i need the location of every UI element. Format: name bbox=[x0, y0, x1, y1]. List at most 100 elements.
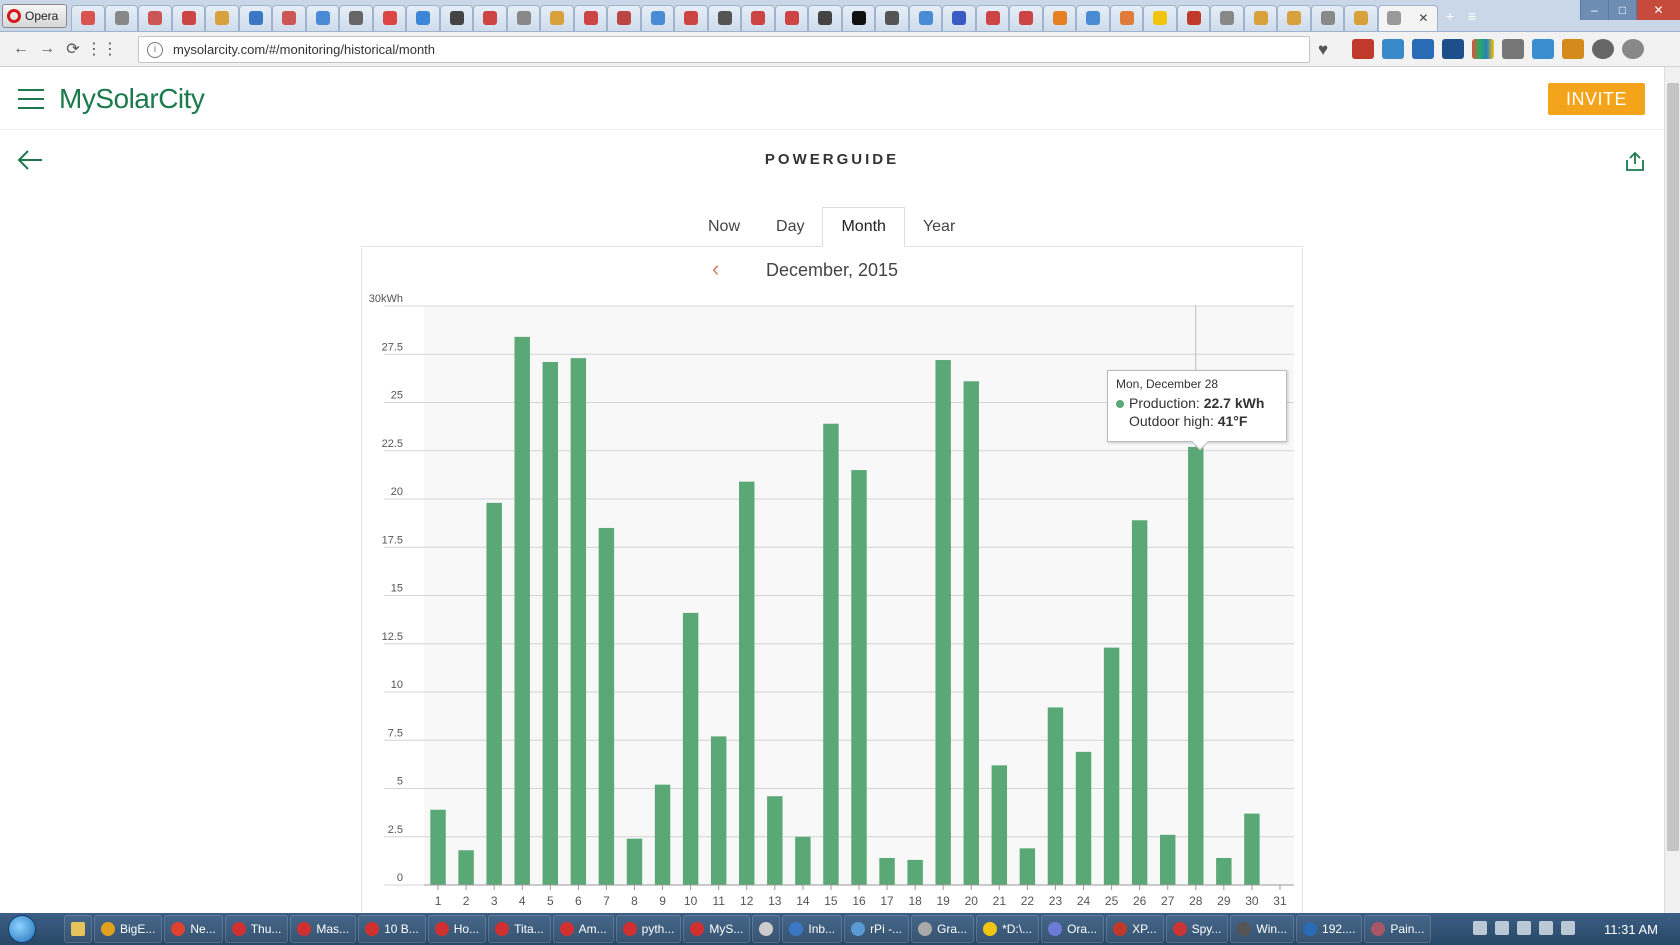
browser-tab[interactable] bbox=[372, 4, 407, 31]
browser-tab[interactable] bbox=[640, 4, 675, 31]
taskbar-item[interactable]: Mas... bbox=[290, 915, 357, 943]
browser-tab[interactable] bbox=[1210, 4, 1244, 31]
speed-dial-icon[interactable]: ⋮⋮ bbox=[86, 39, 118, 59]
taskbar-item[interactable]: rPi -... bbox=[844, 915, 910, 943]
taskbar-item[interactable]: XP... bbox=[1106, 915, 1164, 943]
page-scrollbar[interactable] bbox=[1664, 67, 1680, 913]
browser-tab[interactable] bbox=[406, 4, 440, 31]
browser-tab[interactable] bbox=[138, 4, 172, 31]
browser-tab[interactable] bbox=[171, 4, 206, 31]
browser-tab[interactable] bbox=[506, 4, 541, 31]
taskbar-item[interactable]: pyth... bbox=[615, 915, 682, 943]
taskbar-item[interactable]: Pain... bbox=[1364, 915, 1432, 943]
taskbar-item[interactable]: *D:\... bbox=[976, 915, 1040, 943]
back-icon[interactable]: ← bbox=[8, 40, 34, 58]
taskbar-item[interactable]: Ho... bbox=[427, 915, 487, 943]
browser-tab[interactable] bbox=[741, 4, 775, 31]
extension-dark-blue-icon[interactable] bbox=[1442, 39, 1464, 59]
browser-tab[interactable] bbox=[1310, 4, 1345, 31]
maximize-icon[interactable]: □ bbox=[1608, 0, 1636, 20]
browser-tab[interactable] bbox=[1042, 4, 1077, 31]
opera-menu-button[interactable]: Opera bbox=[2, 3, 68, 28]
browser-tab[interactable] bbox=[205, 4, 239, 31]
share-icon[interactable] bbox=[1624, 150, 1646, 172]
taskbar-item[interactable]: Win... bbox=[1230, 915, 1295, 943]
taskbar-item[interactable]: Ora... bbox=[1041, 915, 1105, 943]
tray-icon[interactable] bbox=[1495, 921, 1509, 935]
taskbar-item[interactable]: Gra... bbox=[911, 915, 975, 943]
tray-icon[interactable] bbox=[1517, 921, 1531, 935]
tab-now[interactable]: Now bbox=[690, 207, 758, 247]
network-icon[interactable] bbox=[1539, 921, 1553, 935]
taskbar-item[interactable] bbox=[752, 915, 781, 943]
browser-tab[interactable] bbox=[942, 4, 976, 31]
browser-tab[interactable] bbox=[1277, 4, 1311, 31]
browser-tab[interactable] bbox=[1109, 4, 1144, 31]
tab-year[interactable]: Year bbox=[905, 207, 973, 247]
hamburger-menu-icon[interactable] bbox=[18, 89, 44, 109]
forward-icon[interactable]: → bbox=[34, 40, 60, 58]
taskbar-item[interactable]: 192.... bbox=[1296, 915, 1363, 943]
tab-month[interactable]: Month bbox=[822, 207, 905, 247]
browser-tab[interactable] bbox=[1143, 4, 1177, 31]
browser-tab[interactable] bbox=[774, 4, 809, 31]
close-tab-icon[interactable]: ✕ bbox=[1418, 11, 1428, 25]
invite-button[interactable]: INVITE bbox=[1548, 83, 1645, 115]
browser-tab[interactable] bbox=[1076, 4, 1110, 31]
taskbar-item[interactable]: Inb... bbox=[782, 915, 843, 943]
browser-tab-active[interactable]: ✕ bbox=[1377, 4, 1438, 31]
browser-tab[interactable] bbox=[71, 4, 105, 31]
taskbar-item[interactable]: Thu... bbox=[224, 915, 289, 943]
taskbar-item[interactable]: Tita... bbox=[488, 915, 551, 943]
extension-grid-icon[interactable] bbox=[1472, 39, 1494, 59]
browser-tab[interactable] bbox=[841, 4, 876, 31]
taskbar-item[interactable]: MyS... bbox=[683, 915, 751, 943]
browser-tab[interactable] bbox=[272, 4, 306, 31]
browser-tab[interactable] bbox=[473, 4, 507, 31]
browser-tab[interactable] bbox=[104, 4, 139, 31]
volume-icon[interactable] bbox=[1561, 921, 1575, 935]
adblock-icon[interactable] bbox=[1352, 39, 1374, 59]
start-button[interactable] bbox=[0, 913, 44, 945]
bookmark-heart-icon[interactable]: ♥ bbox=[1318, 40, 1328, 60]
tab-menu-icon[interactable]: ≡ bbox=[1468, 8, 1476, 24]
profile-icon[interactable] bbox=[1622, 39, 1644, 59]
scrollbar-thumb[interactable] bbox=[1667, 83, 1679, 851]
browser-tab[interactable] bbox=[339, 4, 373, 31]
new-tab-icon[interactable]: + bbox=[1446, 8, 1454, 24]
browser-tab[interactable] bbox=[707, 4, 742, 31]
extension-bag-icon[interactable] bbox=[1562, 39, 1584, 59]
mysolarcity-logo[interactable]: MySolarCity bbox=[59, 83, 205, 115]
ghostery-icon[interactable] bbox=[1382, 39, 1404, 59]
extension-tools-icon[interactable] bbox=[1532, 39, 1554, 59]
url-field[interactable]: i mysolarcity.com/#/monitoring/historica… bbox=[138, 36, 1310, 63]
browser-tab[interactable] bbox=[305, 4, 340, 31]
browser-tab[interactable] bbox=[875, 4, 909, 31]
browser-tab[interactable] bbox=[908, 4, 943, 31]
close-window-icon[interactable]: ✕ bbox=[1636, 0, 1680, 20]
extension-blue-icon[interactable] bbox=[1412, 39, 1434, 59]
taskbar-explorer[interactable] bbox=[64, 915, 92, 943]
taskbar-item[interactable]: BigE... bbox=[94, 915, 163, 943]
site-info-icon[interactable]: i bbox=[147, 41, 163, 58]
browser-tab[interactable] bbox=[1009, 4, 1043, 31]
taskbar-item[interactable]: Spy... bbox=[1165, 915, 1229, 943]
browser-tab[interactable] bbox=[1344, 4, 1378, 31]
browser-tab[interactable] bbox=[674, 4, 708, 31]
browser-tab[interactable] bbox=[1176, 4, 1211, 31]
browser-tab[interactable] bbox=[439, 4, 474, 31]
browser-tab[interactable] bbox=[573, 4, 608, 31]
browser-tab[interactable] bbox=[1243, 4, 1278, 31]
taskbar-clock[interactable]: 11:31 AM bbox=[1604, 922, 1658, 937]
minimize-icon[interactable]: – bbox=[1580, 0, 1608, 20]
browser-tab[interactable] bbox=[808, 4, 842, 31]
download-icon[interactable] bbox=[1592, 39, 1614, 59]
tab-day[interactable]: Day bbox=[758, 207, 822, 247]
browser-tab[interactable] bbox=[540, 4, 574, 31]
taskbar-item[interactable]: 10 B... bbox=[358, 915, 426, 943]
cast-icon[interactable] bbox=[1502, 39, 1524, 59]
reload-icon[interactable]: ⟳ bbox=[60, 39, 86, 59]
browser-tab[interactable] bbox=[607, 4, 641, 31]
browser-tab[interactable] bbox=[238, 4, 273, 31]
tray-icon[interactable] bbox=[1473, 921, 1487, 935]
